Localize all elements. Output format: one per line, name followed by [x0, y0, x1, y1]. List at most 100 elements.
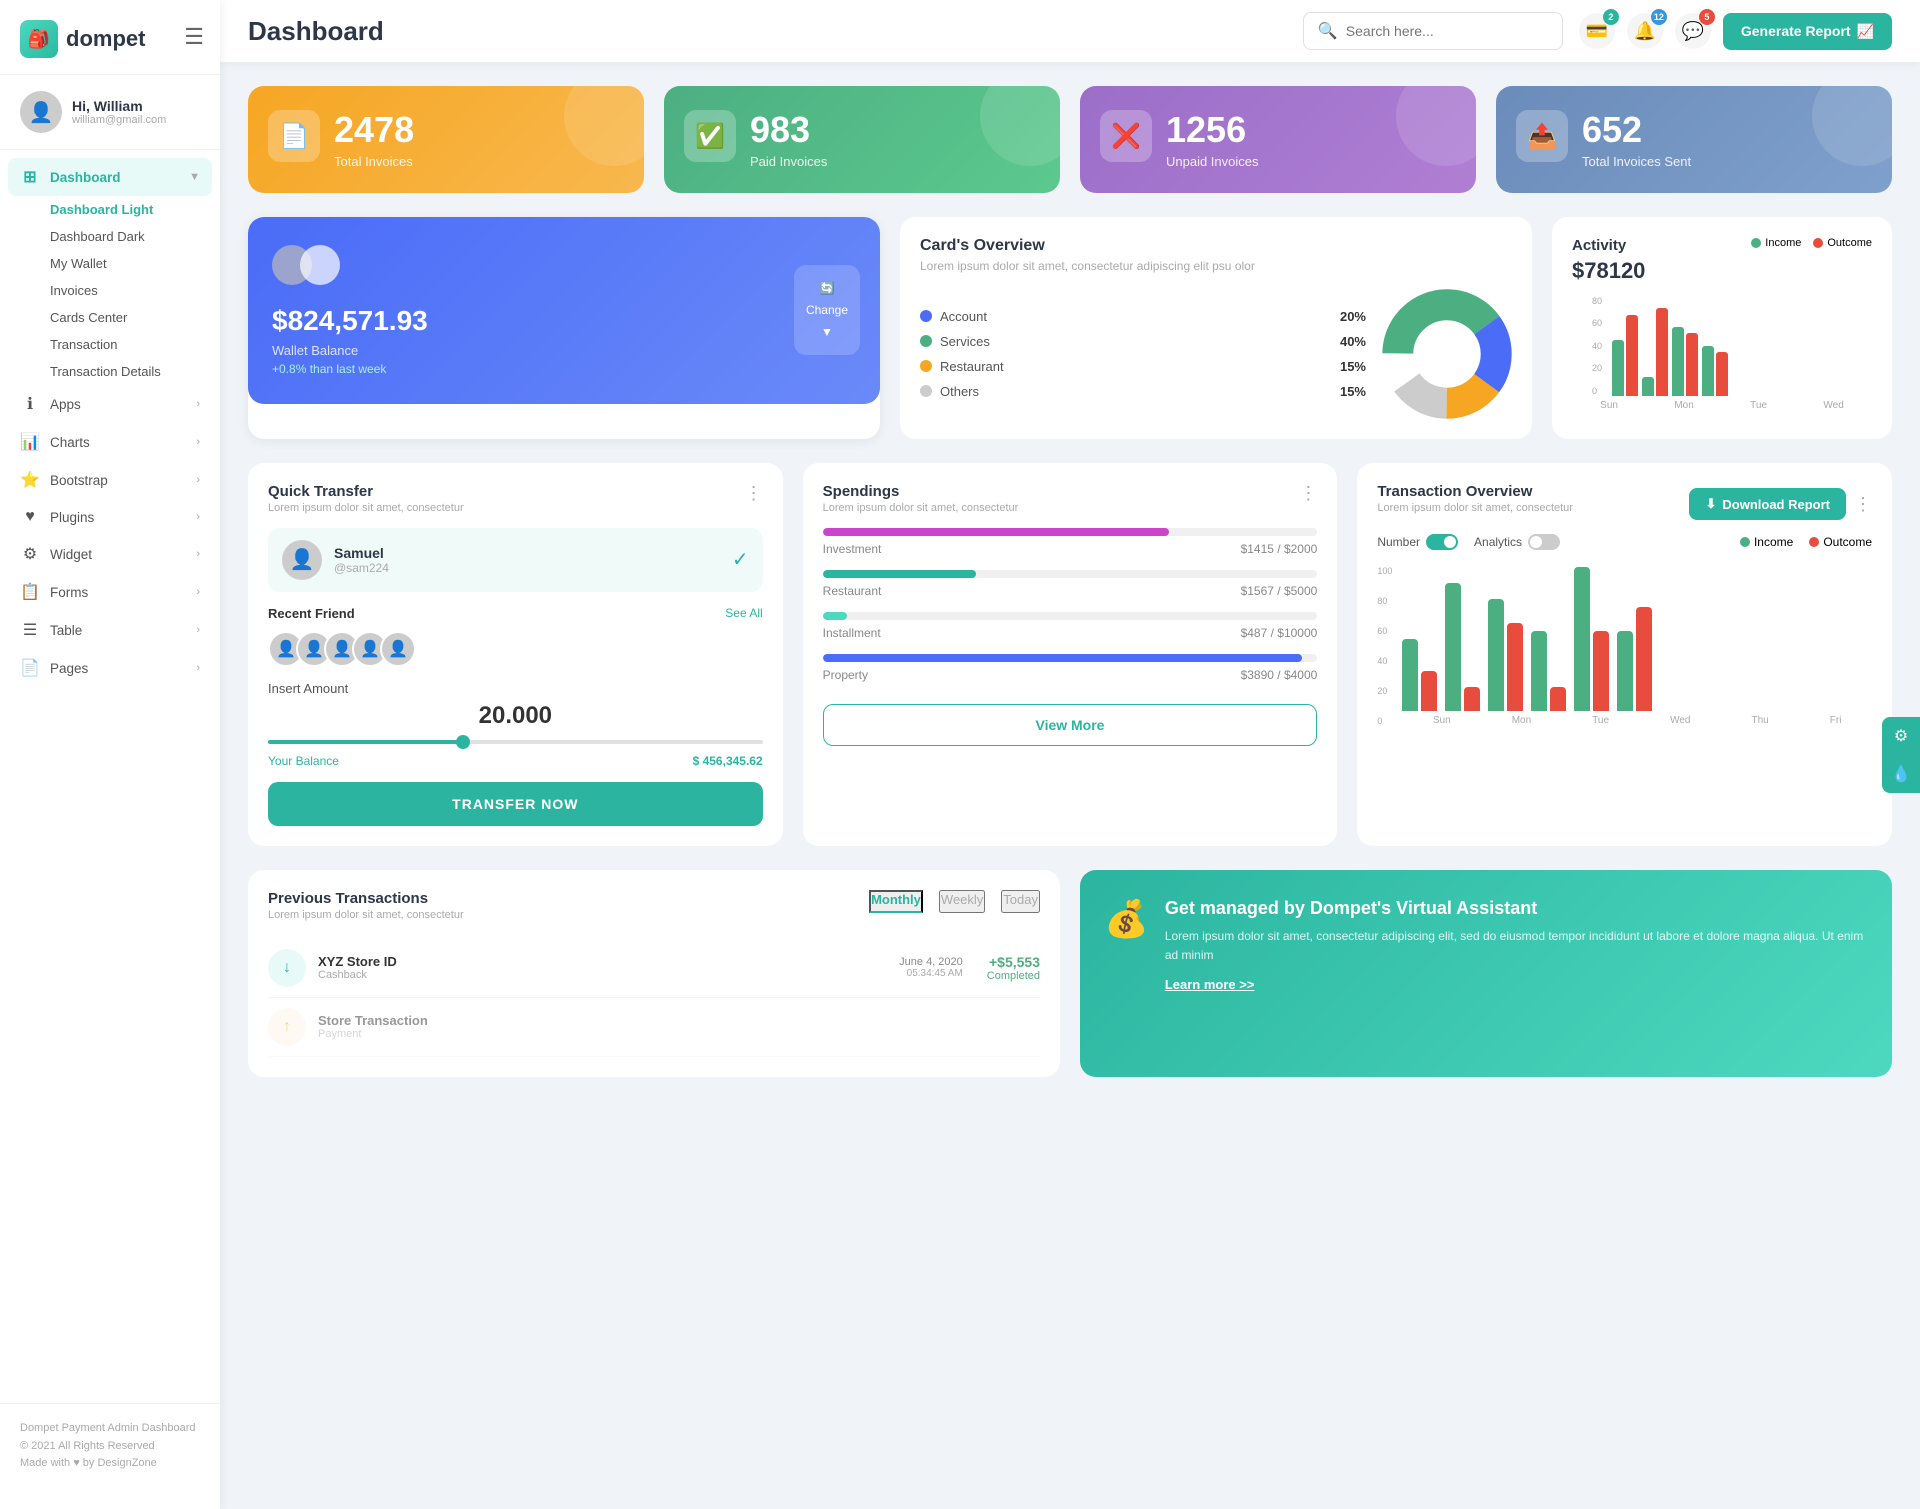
footer-made: Made with ♥ by DesignZone: [20, 1455, 200, 1473]
bell-icon-btn[interactable]: 🔔 12: [1627, 13, 1663, 49]
sidebar-item-label: Plugins: [50, 510, 94, 525]
sidebar-item-pages[interactable]: 📄 Pages ›: [0, 649, 220, 687]
refresh-icon: 🔄: [820, 281, 835, 295]
sidebar-item-forms[interactable]: 📋 Forms ›: [0, 573, 220, 611]
sidebar-item-dashboard[interactable]: ⊞ Dashboard ▼: [8, 158, 212, 196]
bar-group-tue: [1672, 327, 1698, 396]
search-input[interactable]: [1346, 23, 1526, 39]
submenu-item-cards-center[interactable]: Cards Center: [50, 304, 220, 331]
property-bar-fill: [823, 654, 1303, 662]
number-toggle[interactable]: [1426, 534, 1458, 550]
amount-slider[interactable]: [268, 740, 763, 744]
txn-bars-wrap: Sun Mon Tue Wed Thu Fri: [1402, 566, 1872, 726]
sidebar-item-charts[interactable]: 📊 Charts ›: [0, 423, 220, 461]
generate-report-button[interactable]: Generate Report 📈: [1723, 13, 1892, 50]
txn-overview-title: Transaction Overview: [1377, 483, 1573, 500]
insert-amount-value: 20.000: [268, 702, 763, 730]
chevron-right-icon: ›: [196, 586, 200, 598]
wallet-change-button[interactable]: 🔄 Change ▼: [794, 265, 860, 355]
logo-text: dompet: [66, 26, 145, 52]
income-bar: [1702, 346, 1714, 396]
sidebar-item-widget[interactable]: ⚙ Widget ›: [0, 535, 220, 573]
tab-today[interactable]: Today: [1001, 890, 1040, 913]
plugins-icon: ♥: [20, 508, 40, 526]
spending-item-investment: Investment $1415 / $2000: [823, 528, 1318, 556]
bar-group-thu: [1574, 567, 1609, 711]
topbar: Dashboard 🔍 💳 2 🔔 12 💬 5 Generate Report…: [220, 0, 1920, 62]
others-dot: [920, 385, 932, 397]
water-float-button[interactable]: 💧: [1882, 755, 1920, 793]
income-bar: [1445, 583, 1461, 711]
submenu-item-transaction[interactable]: Transaction: [50, 331, 220, 358]
installment-header: Installment $487 / $10000: [823, 626, 1318, 640]
services-label: Services: [940, 334, 990, 349]
wallet-amount: $824,571.93: [272, 305, 856, 337]
tab-monthly[interactable]: Monthly: [869, 890, 923, 913]
submenu-item-transaction-details[interactable]: Transaction Details: [50, 358, 220, 385]
tab-weekly[interactable]: Weekly: [939, 890, 985, 913]
installment-amount: $487 / $10000: [1241, 626, 1318, 640]
more-options-icon[interactable]: ⋮: [1854, 494, 1872, 515]
submenu-item-invoices[interactable]: Invoices: [50, 277, 220, 304]
page-title: Dashboard: [248, 16, 1287, 47]
income-dot: [1751, 238, 1761, 248]
settings-float-button[interactable]: ⚙: [1882, 717, 1920, 755]
more-options-icon[interactable]: ⋮: [745, 483, 763, 504]
chevron-down-icon: ▼: [189, 171, 200, 183]
activity-bars: 806040200: [1572, 296, 1872, 396]
va-learn-more-link[interactable]: Learn more >>: [1165, 977, 1868, 992]
services-pct: 40%: [1340, 334, 1366, 349]
outcome-bar: [1656, 308, 1668, 396]
number-toggle-group: Number: [1377, 534, 1458, 550]
download-report-button[interactable]: ⬇ Download Report: [1689, 488, 1846, 520]
recent-friend-label: Recent Friend: [268, 606, 355, 621]
submenu-item-dashboard-dark[interactable]: Dashboard Dark: [50, 223, 220, 250]
prev-txn-title: Previous Transactions: [268, 890, 464, 907]
x-axis-labels: Sun Mon Tue Wed Thu Fri: [1402, 715, 1872, 726]
paid-invoices-number: 983: [750, 110, 827, 150]
bar-group-mon: [1642, 308, 1668, 396]
search-box[interactable]: 🔍: [1303, 12, 1563, 50]
generate-report-label: Generate Report: [1741, 23, 1851, 39]
wallet-icon-btn[interactable]: 💳 2: [1579, 13, 1615, 49]
bg-decoration: [564, 86, 644, 166]
transfer-now-button[interactable]: TRANSFER NOW: [268, 782, 763, 826]
outcome-label: Outcome: [1827, 237, 1872, 249]
legend-item-account: Account 20%: [920, 309, 1366, 324]
x-label-tue: Tue: [1592, 715, 1609, 726]
restaurant-dot: [920, 360, 932, 372]
outcome-bar: [1626, 315, 1638, 396]
last-row: Previous Transactions Lorem ipsum dolor …: [248, 870, 1892, 1077]
see-all-link[interactable]: See All: [725, 606, 762, 620]
submenu-item-my-wallet[interactable]: My Wallet: [50, 250, 220, 277]
balance-row: Your Balance $ 456,345.62: [268, 754, 763, 768]
more-options-icon[interactable]: ⋮: [1299, 483, 1317, 504]
sidebar-item-plugins[interactable]: ♥ Plugins ›: [0, 499, 220, 535]
income-bar: [1574, 567, 1590, 711]
va-content: Get managed by Dompet's Virtual Assistan…: [1165, 898, 1868, 992]
footer-app-name: Dompet Payment Admin Dashboard: [20, 1420, 200, 1438]
txn-info: XYZ Store ID Cashback: [318, 954, 887, 981]
restaurant-bar-track: [823, 570, 1318, 578]
wallet-change: +0.8% than last week: [272, 362, 856, 376]
sidebar-item-apps[interactable]: ℹ Apps ›: [0, 385, 220, 423]
outcome-label: Outcome: [1823, 535, 1872, 549]
chat-icon-btn[interactable]: 💬 5: [1675, 13, 1711, 49]
hamburger-icon[interactable]: ☰: [168, 4, 220, 70]
property-label: Property: [823, 668, 868, 682]
sidebar-item-table[interactable]: ☰ Table ›: [0, 611, 220, 649]
txn-amount: +$5,553: [987, 954, 1040, 970]
total-invoices-number: 2478: [334, 110, 414, 150]
restaurant-label: Restaurant: [940, 359, 1004, 374]
view-more-button[interactable]: View More: [823, 704, 1318, 746]
x-axis-labels: Sun Mon Tue Wed: [1572, 400, 1872, 411]
table-icon: ☰: [20, 620, 40, 640]
submenu-item-dashboard-light[interactable]: Dashboard Light: [50, 196, 220, 223]
sidebar-item-bootstrap[interactable]: ⭐ Bootstrap ›: [0, 461, 220, 499]
x-label-mon: Mon: [1512, 715, 1531, 726]
total-sent-icon: 📤: [1516, 110, 1568, 162]
investment-amount: $1415 / $2000: [1241, 542, 1318, 556]
bg-decoration: [1812, 86, 1892, 166]
analytics-toggle[interactable]: [1528, 534, 1560, 550]
sidebar-footer: Dompet Payment Admin Dashboard © 2021 Al…: [0, 1403, 220, 1489]
